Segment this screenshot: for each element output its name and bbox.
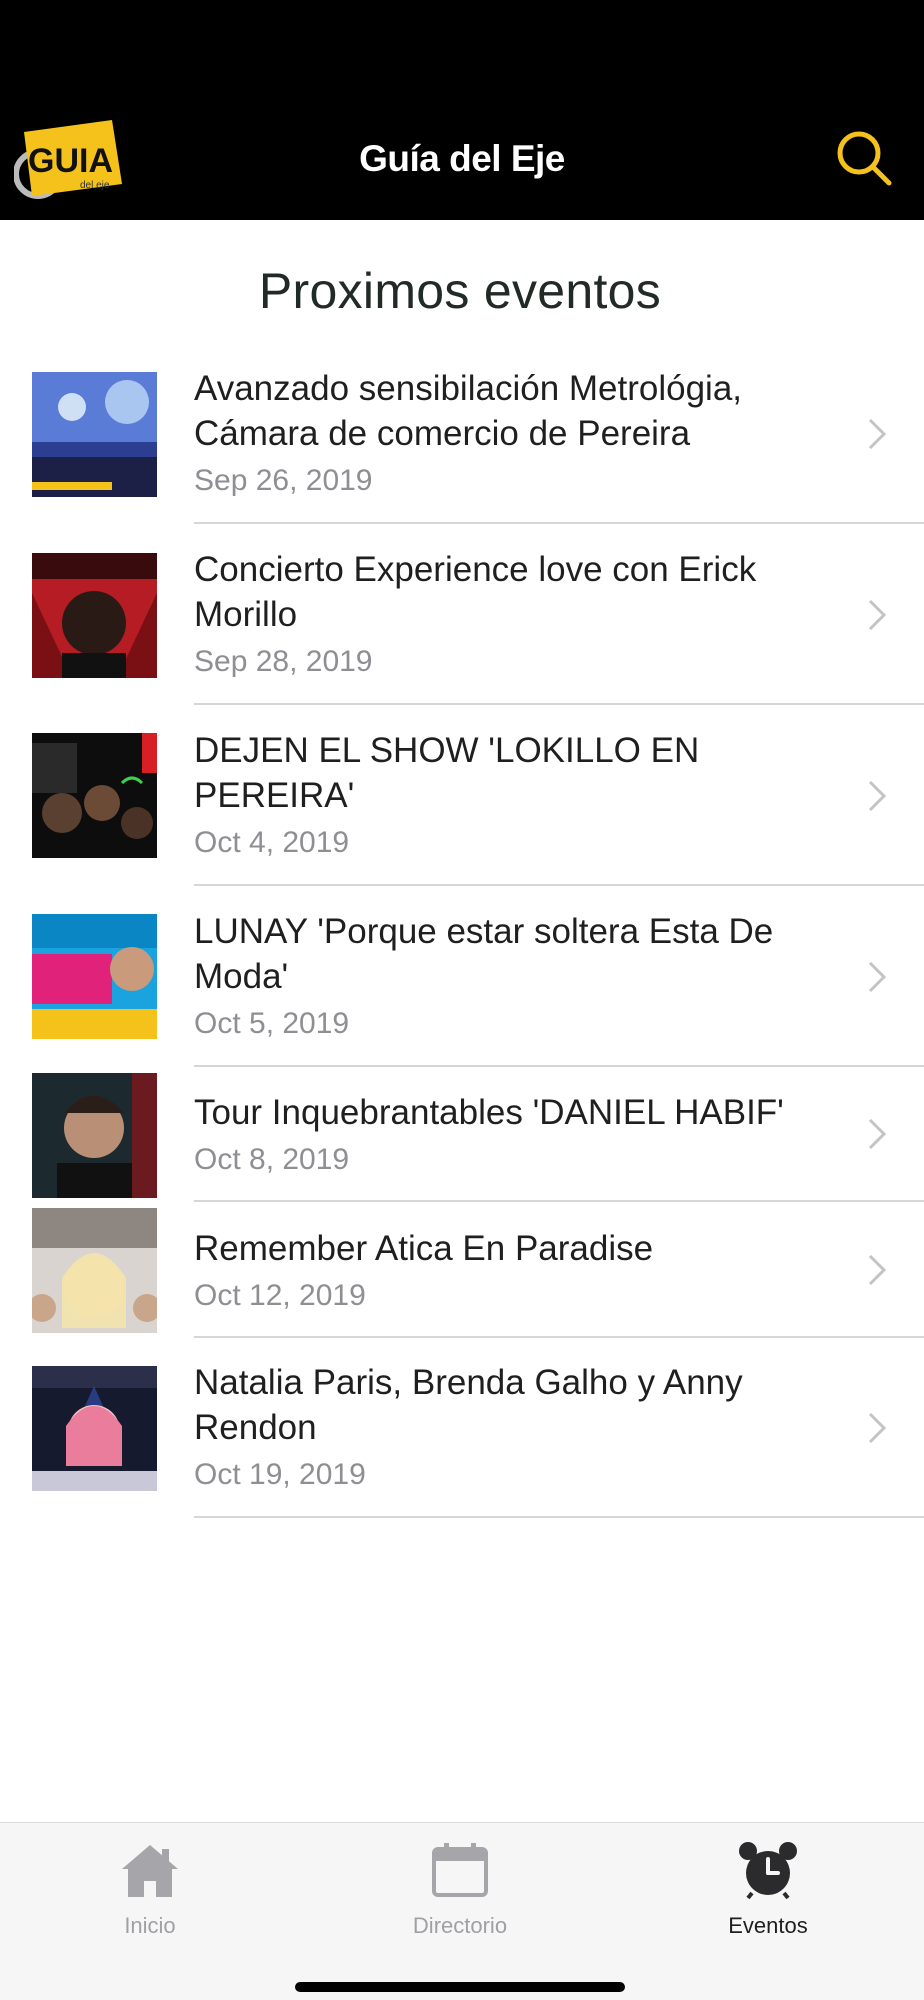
event-thumbnail	[32, 1208, 157, 1333]
event-date: Sep 26, 2019	[194, 464, 373, 497]
home-indicator	[295, 1982, 625, 1992]
chevron-right-icon	[868, 1412, 887, 1444]
row-separator	[194, 1516, 924, 1518]
event-date: Oct 19, 2019	[194, 1458, 366, 1491]
page-title: Guía del Eje	[359, 138, 565, 179]
tab-label: Eventos	[728, 1913, 808, 1938]
event-thumbnail	[32, 914, 157, 1039]
chevron-right-icon	[868, 961, 887, 993]
event-date: Oct 8, 2019	[194, 1143, 350, 1176]
tab-inicio[interactable]: Inicio	[50, 1823, 250, 1943]
event-title: Concierto Experience love con Erick Mori…	[194, 550, 757, 634]
row-separator	[194, 1336, 924, 1338]
event-thumbnail	[32, 1366, 157, 1491]
tab-label: Inicio	[124, 1913, 176, 1938]
event-title: Tour Inquebrantables 'DANIEL HABIF'	[194, 1093, 784, 1132]
event-date: Oct 12, 2019	[194, 1279, 366, 1312]
row-separator	[194, 884, 924, 886]
event-date: Oct 4, 2019	[194, 826, 350, 859]
event-title: Natalia Paris, Brenda Galho y Anny Rendo…	[194, 1363, 743, 1447]
chevron-right-icon	[868, 599, 887, 631]
tab-bar: Inicio Directorio Eventos	[0, 1822, 924, 2000]
event-title: DEJEN EL SHOW 'LOKILLO EN PEREIRA'	[194, 731, 700, 815]
chevron-right-icon	[868, 1118, 887, 1150]
event-thumbnail	[32, 372, 157, 497]
calendar-icon	[432, 1843, 488, 1897]
event-date: Sep 28, 2019	[194, 645, 373, 678]
alarm-clock-icon	[739, 1842, 797, 1899]
event-thumbnail	[32, 553, 157, 678]
row-separator	[194, 522, 924, 524]
event-title: Avanzado sensibilación Metrológia, Cámar…	[194, 369, 743, 453]
svg-text:del eje: del eje	[80, 180, 110, 191]
tab-eventos[interactable]: Eventos	[668, 1823, 868, 1943]
status-bar	[0, 0, 924, 100]
row-separator	[194, 1200, 924, 1202]
row-separator	[194, 703, 924, 705]
tab-label: Directorio	[412, 1913, 508, 1938]
event-title: LUNAY 'Porque estar soltera Esta De Moda…	[194, 912, 774, 996]
row-separator	[194, 1065, 924, 1067]
navigation-bar: GUIA del eje Guía del Eje	[0, 100, 924, 220]
chevron-right-icon	[868, 418, 887, 450]
tab-directorio[interactable]: Directorio	[360, 1823, 560, 1943]
section-title: Proximos eventos	[258, 263, 662, 319]
chevron-right-icon	[868, 1254, 887, 1286]
event-title: Remember Atica En Paradise	[194, 1229, 654, 1268]
event-thumbnail	[32, 733, 157, 858]
search-icon[interactable]	[834, 128, 894, 188]
event-thumbnail	[32, 1073, 157, 1198]
chevron-right-icon	[868, 780, 887, 812]
home-icon	[122, 1845, 178, 1897]
event-date: Oct 5, 2019	[194, 1007, 350, 1040]
